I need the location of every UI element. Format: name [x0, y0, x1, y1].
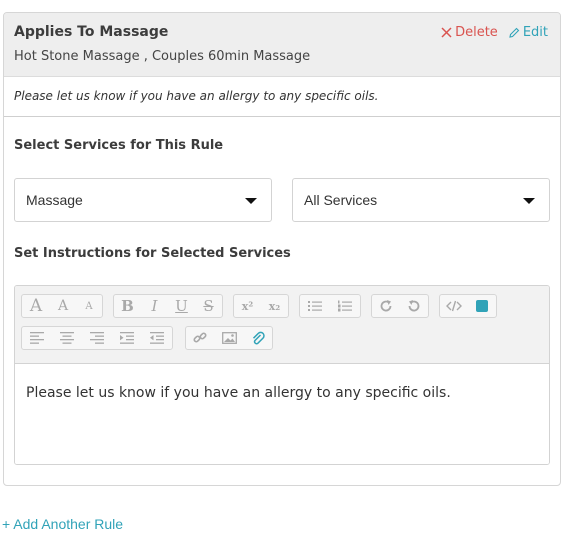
set-instructions-label: Set Instructions for Selected Services	[14, 246, 291, 261]
text-style-group: B I U S	[113, 294, 223, 318]
divider	[4, 116, 560, 117]
font-size-group: A A A	[21, 294, 103, 318]
insert-group	[185, 326, 273, 350]
align-center-icon[interactable]	[52, 327, 82, 349]
unordered-list-icon[interactable]	[300, 295, 330, 317]
strikethrough-icon[interactable]: S	[195, 295, 222, 317]
category-select[interactable]: Massage	[14, 178, 272, 222]
alignment-group	[21, 326, 173, 350]
service-select-value: All Services	[304, 192, 378, 208]
history-group	[371, 294, 429, 318]
edit-button[interactable]: Edit	[508, 25, 548, 40]
editor-content[interactable]: Please let us know if you have an allerg…	[15, 364, 549, 464]
redo-icon[interactable]	[372, 295, 400, 317]
ordered-list-icon[interactable]	[330, 295, 360, 317]
service-select[interactable]: All Services	[292, 178, 550, 222]
attachment-icon[interactable]	[243, 327, 272, 349]
font-size-small-icon[interactable]: A	[76, 295, 102, 317]
superscript-icon[interactable]: x²	[234, 295, 261, 317]
select-services-label: Select Services for This Rule	[14, 138, 224, 153]
rule-card-header: Applies To Massage Hot Stone Massage , C…	[4, 13, 560, 77]
rule-services-summary: Hot Stone Massage , Couples 60min Massag…	[14, 49, 311, 64]
link-icon[interactable]	[186, 327, 215, 349]
add-another-rule-link[interactable]: + Add Another Rule	[2, 516, 123, 532]
rich-text-editor: A A A B I U S x² x₂ Please let us know i…	[14, 285, 550, 465]
delete-label: Delete	[455, 25, 498, 40]
image-icon[interactable]	[215, 327, 244, 349]
rule-card: Applies To Massage Hot Stone Massage , C…	[3, 12, 561, 486]
chevron-down-icon	[523, 198, 535, 204]
align-left-icon[interactable]	[22, 327, 52, 349]
italic-icon[interactable]: I	[141, 295, 168, 317]
bold-icon[interactable]: B	[114, 295, 141, 317]
list-group	[299, 294, 361, 318]
rule-actions: Delete Edit	[441, 25, 548, 40]
font-size-large-icon[interactable]: A	[22, 295, 50, 317]
rule-title: Applies To Massage	[14, 24, 169, 40]
delete-button[interactable]: Delete	[441, 25, 498, 40]
text-color-icon[interactable]	[468, 295, 496, 317]
outdent-icon[interactable]	[142, 327, 172, 349]
pencil-icon	[509, 27, 520, 38]
script-group: x² x₂	[233, 294, 289, 318]
align-right-icon[interactable]	[82, 327, 112, 349]
instructions-preview: Please let us know if you have an allerg…	[14, 89, 379, 103]
undo-icon[interactable]	[400, 295, 428, 317]
subscript-icon[interactable]: x₂	[261, 295, 288, 317]
font-size-medium-icon[interactable]: A	[50, 295, 76, 317]
misc-group	[439, 294, 497, 318]
edit-label: Edit	[522, 25, 548, 40]
underline-icon[interactable]: U	[168, 295, 195, 317]
category-select-value: Massage	[26, 192, 83, 208]
indent-icon[interactable]	[112, 327, 142, 349]
chevron-down-icon	[245, 198, 257, 204]
code-view-icon[interactable]	[440, 295, 468, 317]
close-icon	[441, 27, 452, 38]
editor-toolbar: A A A B I U S x² x₂	[15, 286, 549, 364]
